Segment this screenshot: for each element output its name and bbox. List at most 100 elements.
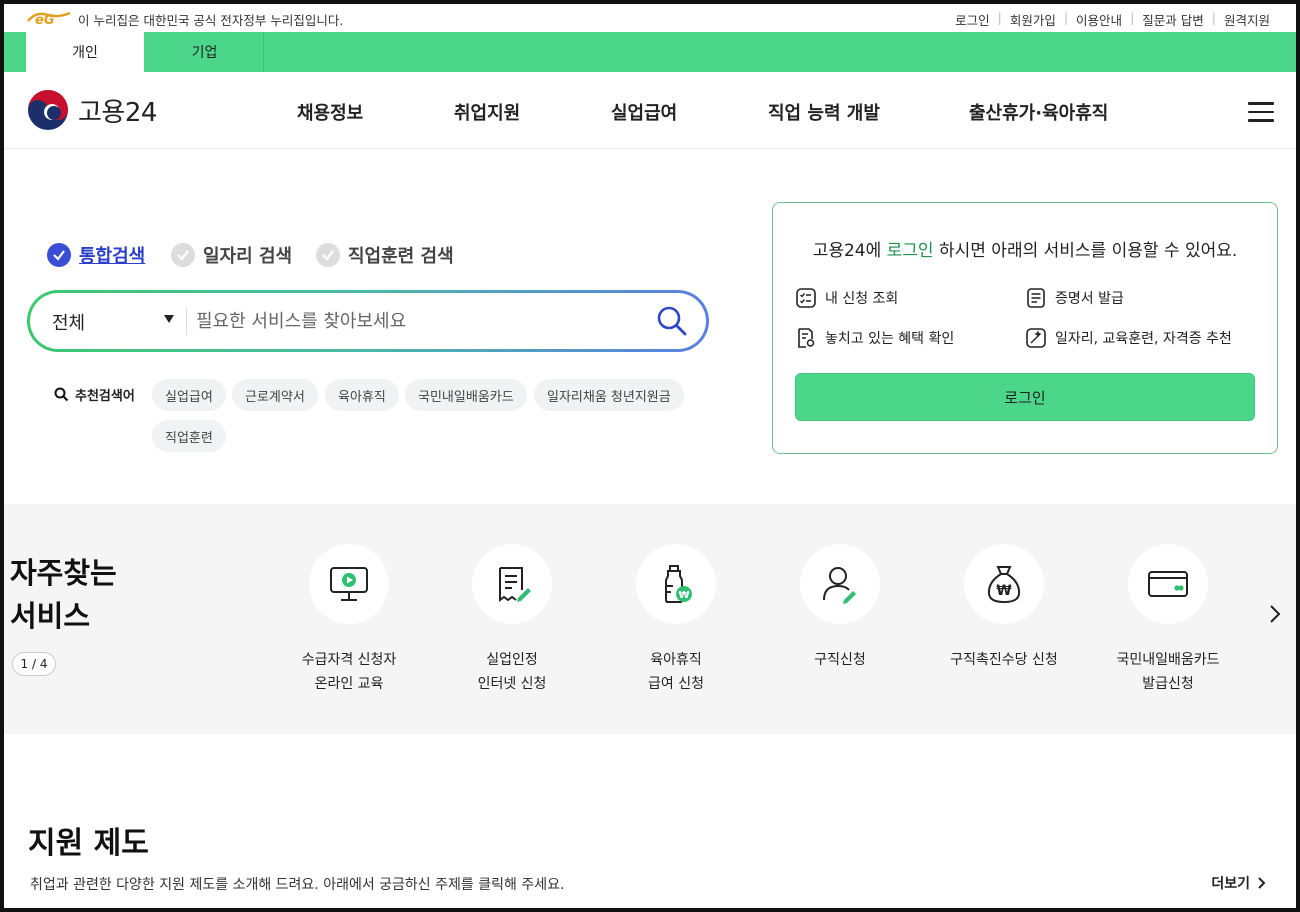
frequent-item-label: 구직촉진수당 신청 <box>950 652 1058 668</box>
search-type-integrated[interactable]: 통합검색 <box>47 242 145 268</box>
frequent-item[interactable]: 구직신청 <box>760 544 920 672</box>
search-type-jobs[interactable]: 일자리 검색 <box>171 242 292 268</box>
frequent-item[interactable]: ₩ 구직촉진수당 신청 <box>924 544 1084 672</box>
login-msg-link[interactable]: 로그인 <box>887 241 934 261</box>
frequent-services-title: 자주찾는 서비스 <box>10 552 117 638</box>
carousel-pager: 1 / 4 <box>12 652 56 676</box>
frequent-item[interactable]: 수급자격 신청자온라인 교육 <box>269 544 429 696</box>
util-login-link[interactable]: 로그인 <box>947 10 998 29</box>
service-certificate: 증명서 발급 <box>1025 287 1124 309</box>
money-bag-won-icon: ₩ <box>987 566 1021 604</box>
svg-text:₩: ₩ <box>996 583 1012 599</box>
utility-bar: eG 이 누리집은 대한민국 공식 전자정부 누리집입니다. 로그인 | 회원가입… <box>4 4 1296 34</box>
certificate-icon <box>1027 288 1045 308</box>
person-edit-icon <box>823 567 856 604</box>
nav-vocational-training[interactable]: 직업 능력 개발 <box>768 99 880 125</box>
keyword-chip[interactable]: 실업급여 <box>152 379 226 411</box>
divider <box>186 307 187 335</box>
login-promo-message: 고용24에 로그인 하시면 아래의 서비스를 이용할 수 있어요. <box>773 236 1277 261</box>
support-section-desc: 취업과 관련한 다양한 지원 제도를 소개해 드려요. 아래에서 궁금하신 주제… <box>30 877 565 893</box>
keyword-chip[interactable]: 근로계약서 <box>232 379 318 411</box>
util-signup-link[interactable]: 회원가입 <box>1002 10 1064 29</box>
login-msg-suffix: 하시면 아래의 서비스를 이용할 수 있어요. <box>933 241 1238 261</box>
frequent-item-label: 국민내일배움카드 <box>1116 652 1220 668</box>
recommended-label-text: 추천검색어 <box>75 389 135 404</box>
frequent-item[interactable]: 실업인정 인터넷 신청 <box>432 544 592 696</box>
frequent-item[interactable]: 국민내일배움카드발급신청 <box>1088 544 1248 696</box>
search-box: 전체 <box>27 290 709 352</box>
frequent-item[interactable]: ₩ 육아휴직급여 신청 <box>596 544 756 696</box>
egov-logo-icon: eG <box>27 11 71 27</box>
frequent-item-label: 수급자격 신청자 <box>301 652 397 668</box>
checked-icon <box>47 243 71 267</box>
frequent-services-section: 자주찾는 서비스 1 / 4 수급자격 신청자 온라인 교육 실업인정 인터넷 … <box>4 504 1296 734</box>
taegeuk-logo-icon <box>28 90 68 130</box>
search-type-label: 통합검색 <box>79 246 146 267</box>
main-header: 고용24 채용정보 취업지원 실업급여 직업 능력 개발 출산휴가·육아휴직 <box>4 72 1296 149</box>
dropdown-caret-icon[interactable] <box>164 315 174 323</box>
login-button[interactable]: 로그인 <box>795 373 1255 421</box>
tab-business[interactable]: 기업 <box>146 32 264 72</box>
keyword-chip[interactable]: 육아휴직 <box>325 379 399 411</box>
unchecked-icon <box>171 243 195 267</box>
document-search-icon <box>798 328 815 348</box>
monitor-play-icon <box>330 567 368 601</box>
frequent-item-label: 온라인 교육 <box>314 676 384 692</box>
keyword-chip[interactable]: 일자리채움 청년지원금 <box>534 379 684 411</box>
brand-logo[interactable]: 고용24 <box>26 88 157 132</box>
svg-text:₩: ₩ <box>678 590 689 601</box>
user-type-tabbar: 개인 기업 <box>4 32 1296 72</box>
svg-text:eG: eG <box>35 13 55 27</box>
recommended-label: 추천검색어 <box>54 385 135 404</box>
nav-employment-support[interactable]: 취업지원 <box>454 99 520 125</box>
frequent-item-label: 실업인정 <box>486 652 538 668</box>
search-type-training[interactable]: 직업훈련 검색 <box>316 242 454 268</box>
search-type-label: 일자리 검색 <box>203 246 293 267</box>
service-my-applications: 내 신청 조회 <box>795 287 898 309</box>
nav-parental-leave[interactable]: 출산휴가·육아휴직 <box>969 99 1108 125</box>
card-icon <box>1148 571 1188 597</box>
service-label: 내 신청 조회 <box>825 291 899 307</box>
unchecked-icon <box>316 243 340 267</box>
chevron-right-icon[interactable] <box>1268 604 1282 624</box>
magic-wand-icon <box>1026 328 1046 348</box>
keyword-chip[interactable]: 직업훈련 <box>152 420 226 452</box>
menu-hamburger-icon[interactable] <box>1248 102 1274 122</box>
keyword-chip[interactable]: 국민내일배움카드 <box>405 379 527 411</box>
support-section-title: 지원 제도 <box>28 826 149 861</box>
service-label: 일자리, 교육훈련, 자격증 추천 <box>1055 331 1232 347</box>
service-label: 증명서 발급 <box>1055 291 1124 307</box>
frequent-title-line1: 자주찾는 <box>10 556 117 590</box>
service-label: 놓치고 있는 혜택 확인 <box>825 331 955 347</box>
page: eG 이 누리집은 대한민국 공식 전자정부 누리집입니다. 로그인 | 회원가입… <box>0 0 1300 912</box>
util-qna-link[interactable]: 질문과 답변 <box>1134 10 1211 29</box>
frequent-item-label: 구직신청 <box>814 652 866 668</box>
search-scope-select[interactable]: 전체 <box>52 309 85 335</box>
util-remote-link[interactable]: 원격지원 <box>1216 10 1278 29</box>
baby-bottle-won-icon: ₩ <box>665 565 692 603</box>
nav-unemployment-benefit[interactable]: 실업급여 <box>611 99 677 125</box>
frequent-item-label: 급여 신청 <box>648 676 704 692</box>
more-link-label: 더보기 <box>1211 876 1250 892</box>
frequent-item-label: 발급신청 <box>1142 676 1194 692</box>
nav-jobs[interactable]: 채용정보 <box>297 99 363 125</box>
search-icon[interactable] <box>656 305 688 337</box>
frequent-item-label: 육아휴직 <box>650 652 702 668</box>
login-msg-prefix: 고용24에 <box>812 241 887 261</box>
search-small-icon <box>54 387 69 402</box>
document-edit-icon <box>499 567 531 602</box>
utility-links: 로그인 | 회원가입 | 이용안내 | 질문과 답변 | 원격지원 <box>947 10 1278 29</box>
service-recommendations: 일자리, 교육훈련, 자격증 추천 <box>1025 327 1232 349</box>
gov-notice: 이 누리집은 대한민국 공식 전자정부 누리집입니다. <box>78 13 344 28</box>
login-promo-box: 고용24에 로그인 하시면 아래의 서비스를 이용할 수 있어요. 내 신청 조… <box>772 202 1278 454</box>
frequent-title-line2: 서비스 <box>10 599 91 633</box>
brand-name: 고용24 <box>78 97 157 128</box>
chevron-right-icon <box>1258 877 1266 889</box>
search-input[interactable] <box>196 303 636 339</box>
util-guide-link[interactable]: 이용안내 <box>1068 10 1130 29</box>
search-type-label: 직업훈련 검색 <box>348 246 454 267</box>
more-link[interactable]: 더보기 <box>1211 873 1268 893</box>
service-missed-benefits: 놓치고 있는 혜택 확인 <box>795 327 954 349</box>
checklist-icon <box>796 288 816 308</box>
tab-personal[interactable]: 개인 <box>26 32 144 72</box>
